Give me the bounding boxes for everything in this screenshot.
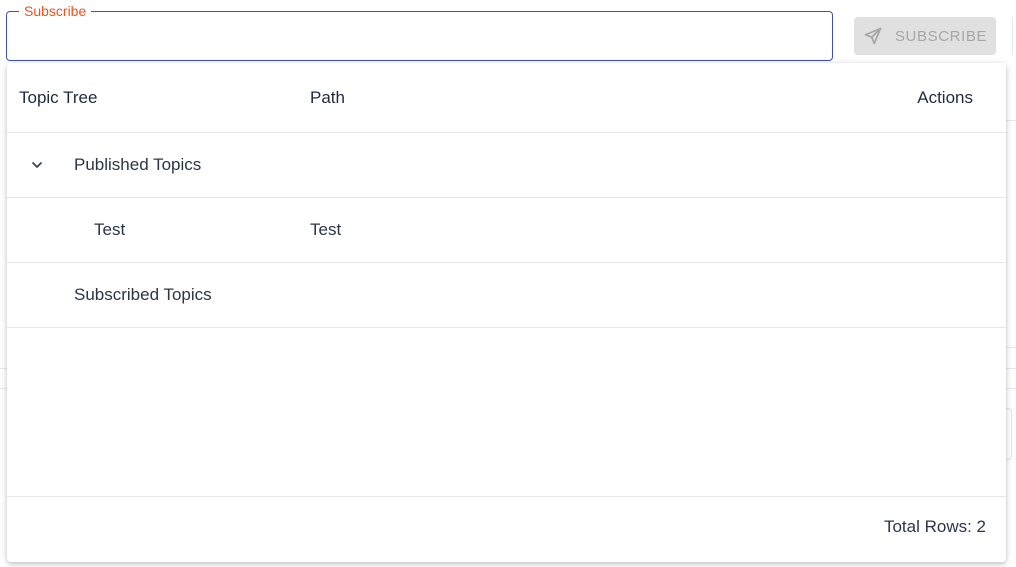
table-row[interactable]: Test Test (7, 198, 1006, 263)
background-divider (1006, 120, 1016, 121)
column-header-actions: Actions (917, 87, 973, 107)
background-divider (1006, 368, 1016, 369)
subscribe-field-label: Subscribe (19, 3, 92, 19)
background-divider (1012, 17, 1013, 55)
background-divider (1006, 388, 1016, 389)
send-icon (863, 26, 883, 46)
subscribe-button-label: SUBSCRIBE (894, 27, 988, 45)
background-divider (1006, 347, 1016, 348)
subscribe-button[interactable]: SUBSCRIBE (854, 17, 996, 55)
subscribe-field[interactable]: Subscribe (6, 3, 833, 61)
table-row[interactable]: Published Topics (7, 133, 1006, 198)
chevron-down-icon[interactable] (27, 155, 47, 175)
column-header-path[interactable]: Path (310, 63, 345, 132)
subscribe-input[interactable] (21, 24, 818, 50)
table-footer-divider (7, 496, 1006, 497)
background-divider (0, 388, 7, 389)
table-row[interactable]: Subscribed Topics (7, 263, 1006, 328)
column-header-topic-tree[interactable]: Topic Tree (19, 63, 97, 132)
table-header: Topic Tree Path Actions (7, 63, 1006, 133)
topic-name: Subscribed Topics (74, 285, 212, 304)
topic-name: Published Topics (74, 155, 202, 174)
total-rows-count: Total Rows: 2 (883, 517, 986, 536)
topic-name: Test (94, 220, 126, 239)
topic-path: Test (310, 220, 342, 239)
background-divider (0, 368, 7, 369)
topic-tree-panel: Topic Tree Path Actions Published Topics… (7, 63, 1006, 562)
